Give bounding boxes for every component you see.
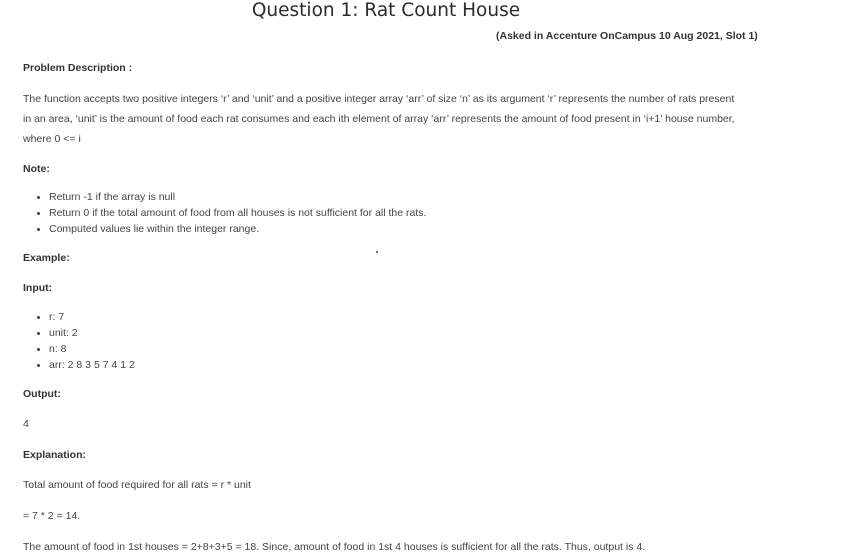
- input-heading: Input:: [23, 282, 53, 294]
- input-item: unit: 2: [37, 327, 78, 339]
- example-heading: Example:: [23, 252, 70, 264]
- note-heading: Note:: [23, 163, 50, 175]
- explanation-line: = 7 * 2 = 14.: [23, 510, 81, 522]
- problem-description-heading: Problem Description :: [23, 62, 133, 74]
- explanation-line: Total amount of food required for all ra…: [23, 479, 251, 491]
- page-title: Question 1: Rat Count House: [251, 0, 521, 21]
- note-item: Return -1 if the array is null: [36, 191, 176, 203]
- explanation-heading: Explanation:: [23, 449, 87, 461]
- description-line: The function accepts two positive intege…: [23, 93, 735, 105]
- explanation-line: The amount of food in 1st houses = 2+8+3…: [23, 541, 646, 553]
- description-line: where 0 <= i: [23, 133, 81, 145]
- asked-in-note: (Asked in Accenture OnCampus 10 Aug 2021…: [496, 30, 758, 42]
- output-heading: Output:: [23, 388, 61, 400]
- description-line: in an area, ‘unit’ is the amount of food…: [23, 113, 735, 125]
- stray-dot: [376, 251, 378, 253]
- input-item: arr: 2 8 3 5 7 4 1 2: [37, 359, 135, 371]
- output-value: 4: [23, 418, 29, 430]
- input-item: r: 7: [36, 311, 65, 323]
- note-item: Computed values lie within the integer r…: [36, 223, 260, 235]
- input-item: n: 8: [37, 343, 67, 355]
- note-item: Return 0 if the total amount of food fro…: [36, 207, 427, 219]
